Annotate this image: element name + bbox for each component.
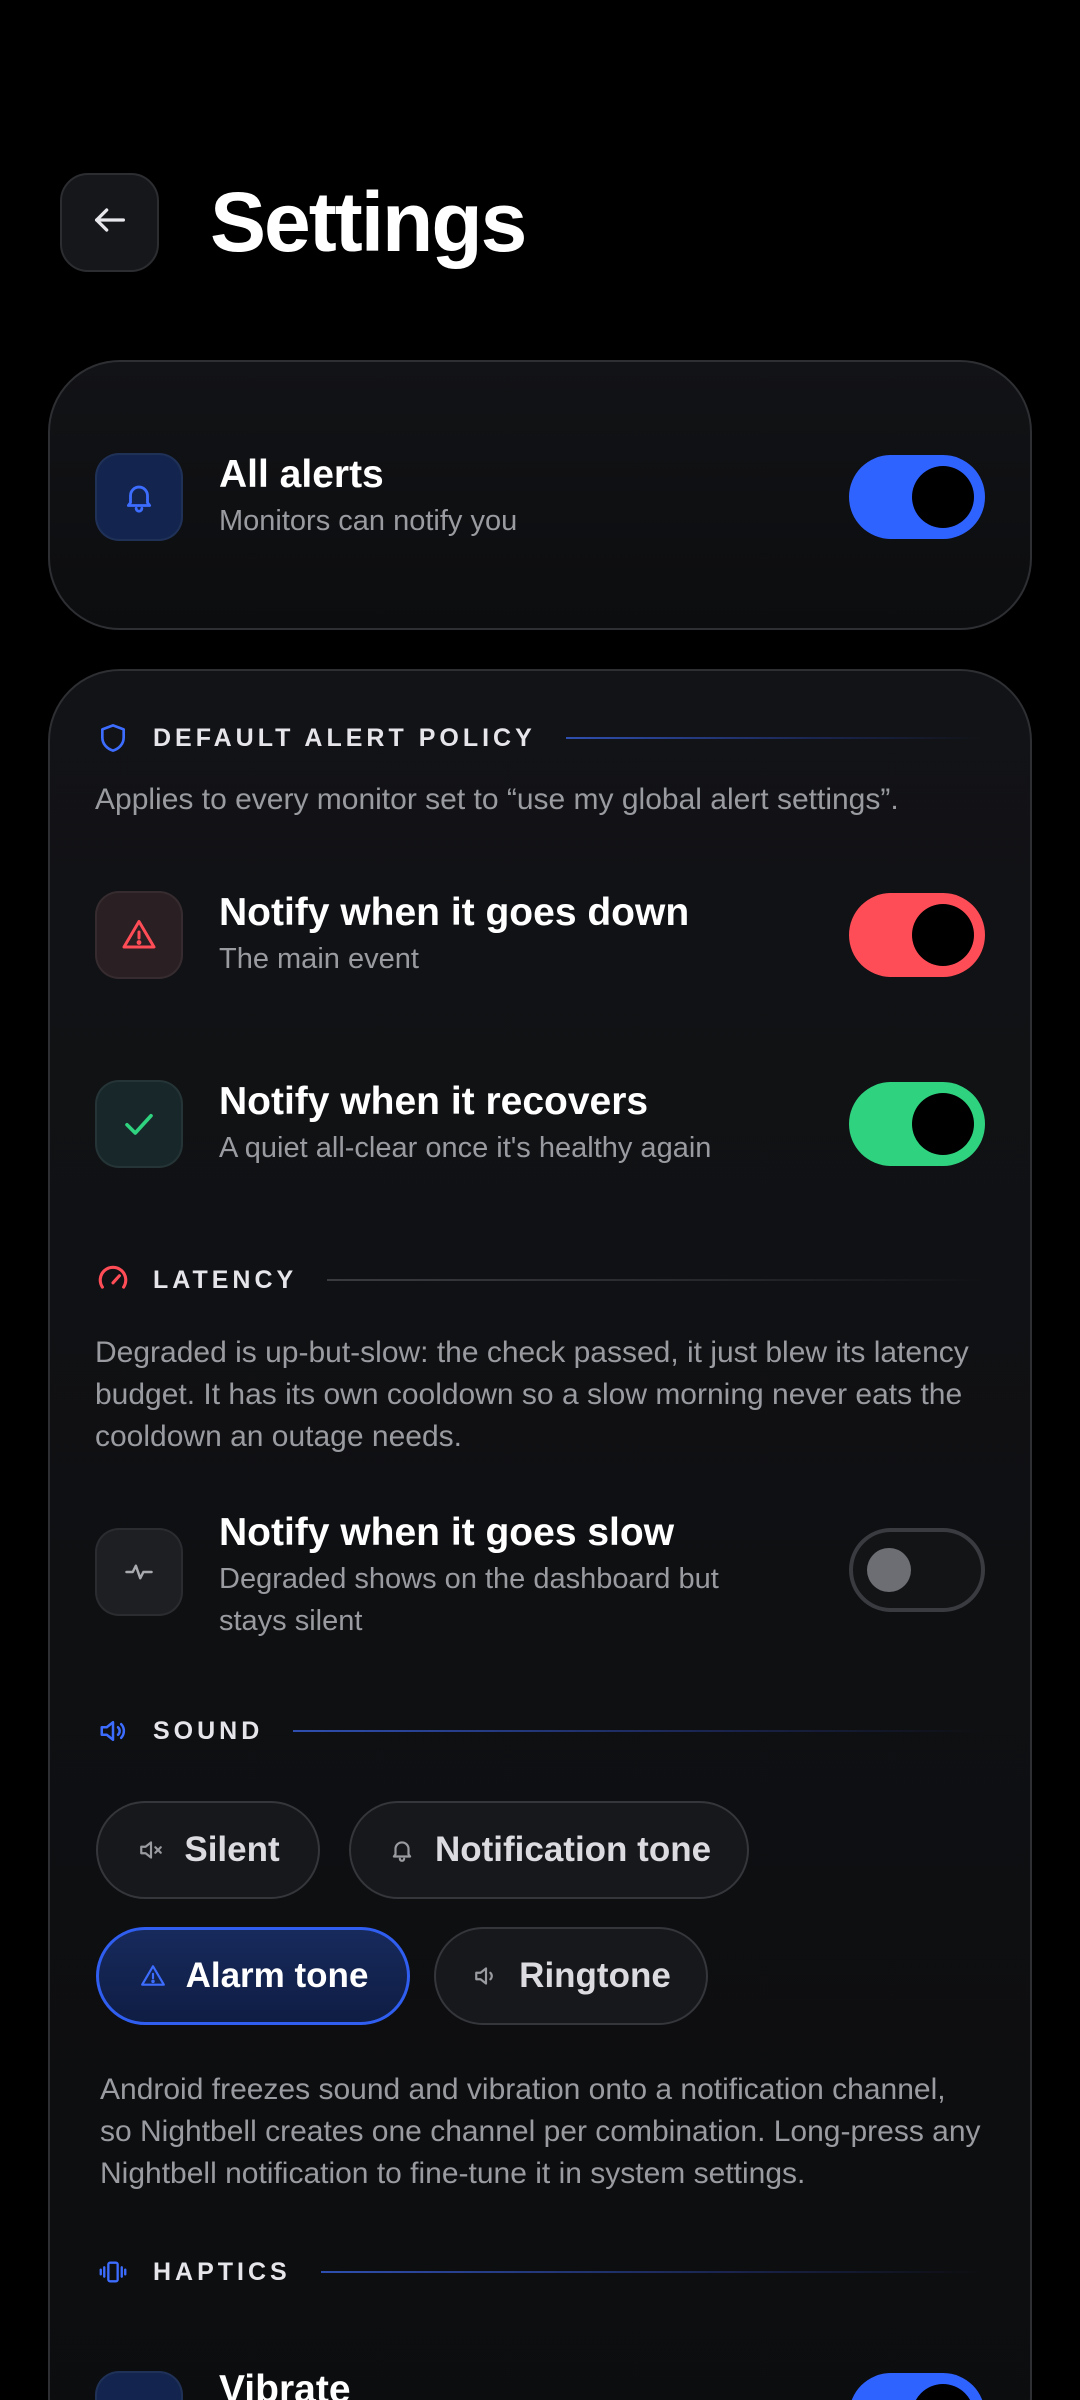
back-button[interactable] [60, 173, 159, 272]
bell-icon [95, 453, 183, 541]
sound-option-ringtone[interactable]: Ringtone [434, 1927, 708, 2025]
chip-label: Ringtone [519, 1956, 671, 1995]
vibrate-title: Vibrate [219, 2368, 351, 2400]
all-alerts-subtitle: Monitors can notify you [219, 505, 518, 537]
section-label: LATENCY [153, 1265, 298, 1294]
warning-icon [138, 1961, 168, 1991]
toggle-knob [912, 466, 974, 528]
warning-triangle-icon [95, 891, 183, 979]
toggle-knob [912, 904, 974, 966]
section-divider [293, 1730, 985, 1732]
all-alerts-row[interactable]: All alerts Monitors can notify you [95, 452, 985, 542]
speaker-muted-icon [136, 1835, 166, 1865]
section-label: HAPTICS [153, 2257, 291, 2286]
notify-slow-subtitle: Degraded shows on the dashboard but stay… [219, 1563, 719, 1637]
notify-slow-row[interactable]: Notify when it goes slow Degraded shows … [95, 1510, 985, 1642]
vibrate-icon [95, 2254, 131, 2290]
notify-down-row[interactable]: Notify when it goes down The main event [95, 890, 985, 980]
notify-down-title: Notify when it goes down [219, 891, 690, 934]
speedometer-icon [95, 1262, 131, 1298]
notify-down-subtitle: The main event [219, 943, 419, 975]
notify-slow-toggle[interactable] [849, 1528, 985, 1612]
toggle-knob [912, 1093, 974, 1155]
chip-label: Alarm tone [185, 1956, 369, 1995]
sound-description: Android freezes sound and vibration onto… [100, 2073, 981, 2190]
latency-description: Degraded is up-but-slow: the check passe… [95, 1336, 969, 1453]
speaker-icon [471, 1961, 501, 1991]
notify-slow-title: Notify when it goes slow [219, 1511, 675, 1554]
activity-pulse-icon [95, 1528, 183, 1616]
sound-option-silent[interactable]: Silent [96, 1801, 320, 1899]
section-latency: LATENCY [95, 1260, 985, 1300]
section-divider [320, 2271, 985, 2273]
all-alerts-toggle[interactable] [849, 455, 985, 539]
section-default-alert-policy: DEFAULT ALERT POLICY [95, 718, 985, 758]
notify-recover-title: Notify when it recovers [219, 1080, 649, 1123]
checkmark-icon [95, 1080, 183, 1168]
shield-icon [95, 720, 131, 756]
toggle-knob [912, 2384, 974, 2400]
section-haptics: HAPTICS [95, 2252, 985, 2292]
sound-option-alarm-tone[interactable]: Alarm tone [96, 1927, 410, 2025]
notify-recover-subtitle: A quiet all-clear once it's healthy agai… [219, 1132, 712, 1164]
chip-label: Notification tone [434, 1830, 712, 1869]
alert-policy-card: DEFAULT ALERT POLICY Applies to every mo… [48, 669, 1032, 2400]
vibrate-row[interactable]: Vibrate [95, 2368, 985, 2400]
toggle-knob [867, 1548, 911, 1592]
vibrate-row-icon [95, 2371, 183, 2400]
section-divider [565, 737, 985, 739]
page-title: Settings [210, 175, 527, 269]
policy-description: Applies to every monitor set to “use my … [95, 783, 899, 816]
all-alerts-card: All alerts Monitors can notify you [48, 360, 1032, 630]
notify-recover-toggle[interactable] [849, 1082, 985, 1166]
settings-screen: Settings All alerts Monitors can notify … [0, 0, 1080, 2400]
speaker-icon [95, 1713, 131, 1749]
notify-recover-row[interactable]: Notify when it recovers A quiet all-clea… [95, 1079, 985, 1169]
all-alerts-title: All alerts [219, 453, 384, 496]
section-label: DEFAULT ALERT POLICY [153, 723, 536, 752]
section-sound: SOUND [95, 1711, 985, 1751]
section-label: SOUND [153, 1716, 264, 1745]
arrow-left-icon [90, 200, 130, 245]
vibrate-toggle[interactable] [849, 2373, 985, 2400]
bell-icon [387, 1835, 417, 1865]
section-divider [327, 1279, 985, 1281]
sound-option-notification-tone[interactable]: Notification tone [349, 1801, 749, 1899]
chip-label: Silent [184, 1830, 280, 1869]
notify-down-toggle[interactable] [849, 893, 985, 977]
